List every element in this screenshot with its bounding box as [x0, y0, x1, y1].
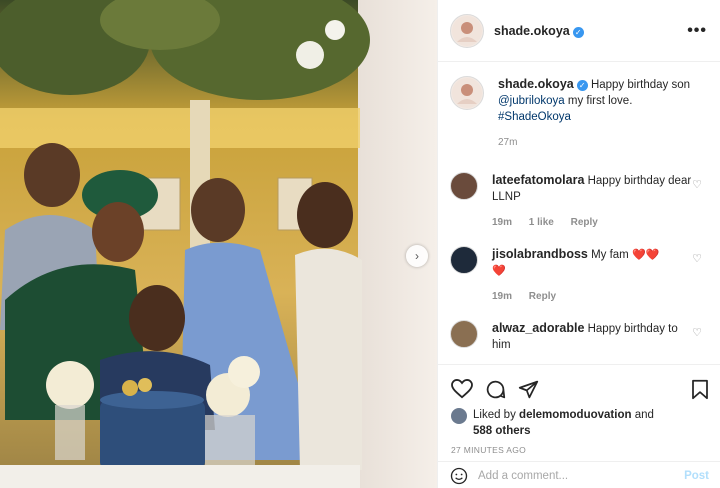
share-icon[interactable] [518, 379, 539, 400]
comment-text: My fam [591, 249, 629, 261]
likes-others[interactable]: 588 others [473, 425, 531, 437]
comment-reply-button[interactable]: Reply [529, 291, 556, 302]
comment-username[interactable]: lateefatomolara [492, 173, 584, 187]
verified-badge-icon: ✓ [572, 26, 584, 38]
chevron-right-icon: › [415, 249, 419, 263]
post-caption: shade.okoya ✓ Happy birthday son @jubrilo… [450, 76, 712, 151]
caption-hashtag[interactable]: #ShadeOkoya [498, 111, 571, 123]
header-username[interactable]: shade.okoya [494, 24, 570, 38]
avatar-image [452, 15, 482, 46]
comment-likes[interactable]: 1 like [529, 217, 554, 228]
comment-body: lateefatomolara Happy birthday dear LLNP… [492, 172, 697, 231]
caption-time[interactable]: 27m [498, 135, 690, 151]
action-icons [451, 379, 539, 400]
caption-mention[interactable]: @jubrilokoya [498, 95, 565, 107]
caption-text: shade.okoya ✓ Happy birthday son @jubrilo… [498, 76, 690, 151]
post-photo[interactable]: › [0, 0, 437, 488]
header-username-wrap: shade.okoya ✓ [494, 22, 584, 40]
comment-body: jisolabrandboss My fam ❤️❤️ ❤️ 19m Reply [492, 246, 697, 305]
heart-icon[interactable] [451, 379, 473, 399]
comment-like-heart-icon[interactable]: ♡ [692, 326, 702, 339]
post-comment-button[interactable]: Post [684, 470, 709, 482]
birthday-photo-illustration [0, 0, 437, 488]
comment-meta: 19m 1 like Reply [492, 215, 697, 231]
comment-like-heart-icon[interactable]: ♡ [692, 178, 702, 191]
comment-time[interactable]: 19m [492, 217, 512, 228]
avatar[interactable] [450, 13, 484, 48]
liker-avatar[interactable] [451, 408, 467, 424]
comment-reply-button[interactable]: Reply [571, 217, 598, 228]
caption-avatar[interactable] [450, 76, 484, 110]
comment-avatar[interactable] [450, 320, 478, 348]
red-heart-emoji-icon: ❤️ [492, 265, 506, 277]
comment-body: alwaz_adorable Happy birthday to him [492, 320, 697, 353]
comment-icon[interactable] [485, 379, 506, 400]
comment-username[interactable]: jisolabrandboss [492, 247, 588, 261]
more-icon[interactable]: ••• [687, 22, 707, 40]
comment-like-heart-icon[interactable]: ♡ [692, 252, 702, 265]
emoji-icon[interactable] [450, 467, 468, 485]
verified-badge-icon: ✓ [576, 80, 588, 91]
comment-time[interactable]: 19m [492, 291, 512, 302]
comment-meta: 19m Reply [492, 289, 697, 305]
caption-text-1: Happy birthday son [590, 79, 691, 91]
likes-and: and [634, 409, 654, 421]
likes-summary: Liked by delemomoduovation and 588 other… [451, 407, 654, 439]
likes-prefix: Liked by [473, 409, 516, 421]
bookmark-icon[interactable] [691, 379, 709, 400]
next-photo-button[interactable]: › [406, 245, 428, 267]
comment: jisolabrandboss My fam ❤️❤️ ❤️ 19m Reply… [450, 246, 712, 305]
instagram-post-view: › shade.okoya ✓ ••• shade.okoya ✓ Happy … [0, 0, 720, 488]
avatar-image [452, 78, 482, 108]
comment: lateefatomolara Happy birthday dear LLNP… [450, 172, 712, 231]
post-actions: Liked by delemomoduovation and 588 other… [438, 364, 720, 488]
red-heart-emoji-icon: ❤️❤️ [631, 249, 660, 261]
post-header: shade.okoya ✓ ••• [438, 0, 720, 62]
likes-text: Liked by delemomoduovation and 588 other… [473, 407, 654, 439]
post-side-panel: shade.okoya ✓ ••• shade.okoya ✓ Happy birt… [437, 0, 720, 488]
add-comment-bar: Add a comment... Post [438, 461, 720, 488]
caption-username[interactable]: shade.okoya [498, 77, 574, 91]
add-comment-input[interactable]: Add a comment... [478, 470, 568, 482]
comment-avatar[interactable] [450, 172, 478, 200]
post-timestamp[interactable]: 27 MINUTES AGO [451, 445, 526, 455]
caption-text-2: my first love. [567, 95, 633, 107]
comment: alwaz_adorable Happy birthday to him ♡ [450, 320, 712, 353]
likes-user[interactable]: delemomoduovation [519, 409, 631, 421]
comment-username[interactable]: alwaz_adorable [492, 321, 584, 335]
comment-avatar[interactable] [450, 246, 478, 274]
